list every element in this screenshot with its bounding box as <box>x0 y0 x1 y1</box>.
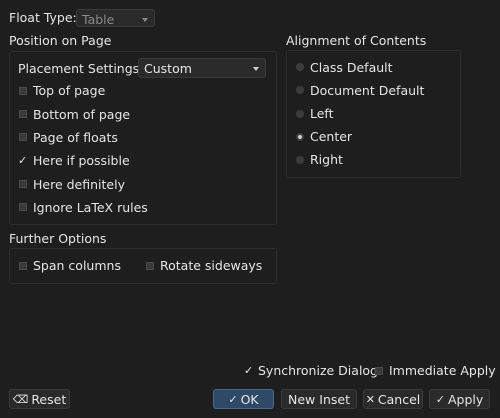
apply-button[interactable]: ✓ Apply <box>429 389 490 409</box>
chevron-down-icon <box>253 67 259 71</box>
page-of-floats-checkbox[interactable] <box>19 133 27 141</box>
cancel-button-label: Cancel <box>377 391 421 407</box>
reset-button[interactable]: ⌫ Reset <box>9 389 70 409</box>
immediate-apply-label[interactable]: Immediate Apply <box>389 363 496 378</box>
placement-settings-select[interactable]: Custom <box>138 58 266 78</box>
span-columns-label[interactable]: Span columns <box>33 258 121 273</box>
reset-button-label: Reset <box>31 391 67 407</box>
ignore-latex-rules-label[interactable]: Ignore LaTeX rules <box>33 200 148 215</box>
here-if-possible-checkbox[interactable]: ✓ <box>18 154 27 167</box>
reset-icon: ⌫ <box>12 392 29 406</box>
bottom-of-page-checkbox[interactable] <box>19 110 27 118</box>
center-radio[interactable] <box>296 133 304 141</box>
alignment-group-title: Alignment of Contents <box>286 33 427 48</box>
class-default-radio[interactable] <box>296 63 304 71</box>
placement-settings-label: Placement Settings: <box>18 61 144 76</box>
left-radio[interactable] <box>296 110 304 118</box>
check-icon: ✓ <box>435 392 445 406</box>
apply-button-label: Apply <box>447 391 484 407</box>
rotate-sideways-label[interactable]: Rotate sideways <box>160 258 262 273</box>
float-type-label: Float Type: <box>9 10 77 25</box>
left-label[interactable]: Left <box>310 106 334 121</box>
placement-value: Custom <box>144 61 192 76</box>
ok-button[interactable]: ✓ OK <box>213 389 274 409</box>
center-label[interactable]: Center <box>310 129 352 144</box>
float-type-select: Table <box>76 9 155 27</box>
here-definitely-label[interactable]: Here definitely <box>33 177 125 192</box>
rotate-sideways-checkbox[interactable] <box>146 262 154 270</box>
position-group-title: Position on Page <box>9 33 112 48</box>
new-inset-button[interactable]: New Inset <box>281 389 357 409</box>
document-default-label[interactable]: Document Default <box>310 83 424 98</box>
class-default-label[interactable]: Class Default <box>310 60 393 75</box>
further-options-title: Further Options <box>9 231 107 246</box>
top-of-page-checkbox[interactable] <box>19 87 27 95</box>
check-icon: ✓ <box>228 392 238 406</box>
bottom-of-page-label[interactable]: Bottom of page <box>33 107 130 122</box>
here-if-possible-label[interactable]: Here if possible <box>33 153 130 168</box>
document-default-radio[interactable] <box>296 86 304 94</box>
immediate-apply-checkbox[interactable] <box>375 367 383 375</box>
synchronize-dialog-label[interactable]: Synchronize Dialog <box>258 363 378 378</box>
cancel-button[interactable]: ✕ Cancel <box>363 389 423 409</box>
ok-button-label: OK <box>240 391 259 407</box>
here-definitely-checkbox[interactable] <box>19 180 27 188</box>
right-radio[interactable] <box>296 156 304 164</box>
new-inset-button-label: New Inset <box>288 391 350 407</box>
span-columns-checkbox[interactable] <box>19 262 27 270</box>
top-of-page-label[interactable]: Top of page <box>33 83 105 98</box>
close-icon: ✕ <box>365 392 375 406</box>
float-type-value: Table <box>82 12 115 27</box>
synchronize-dialog-checkbox[interactable]: ✓ <box>244 364 253 377</box>
page-of-floats-label[interactable]: Page of floats <box>33 130 118 145</box>
ignore-latex-rules-checkbox[interactable] <box>19 203 27 211</box>
chevron-down-icon <box>142 18 148 22</box>
right-label[interactable]: Right <box>310 152 343 167</box>
